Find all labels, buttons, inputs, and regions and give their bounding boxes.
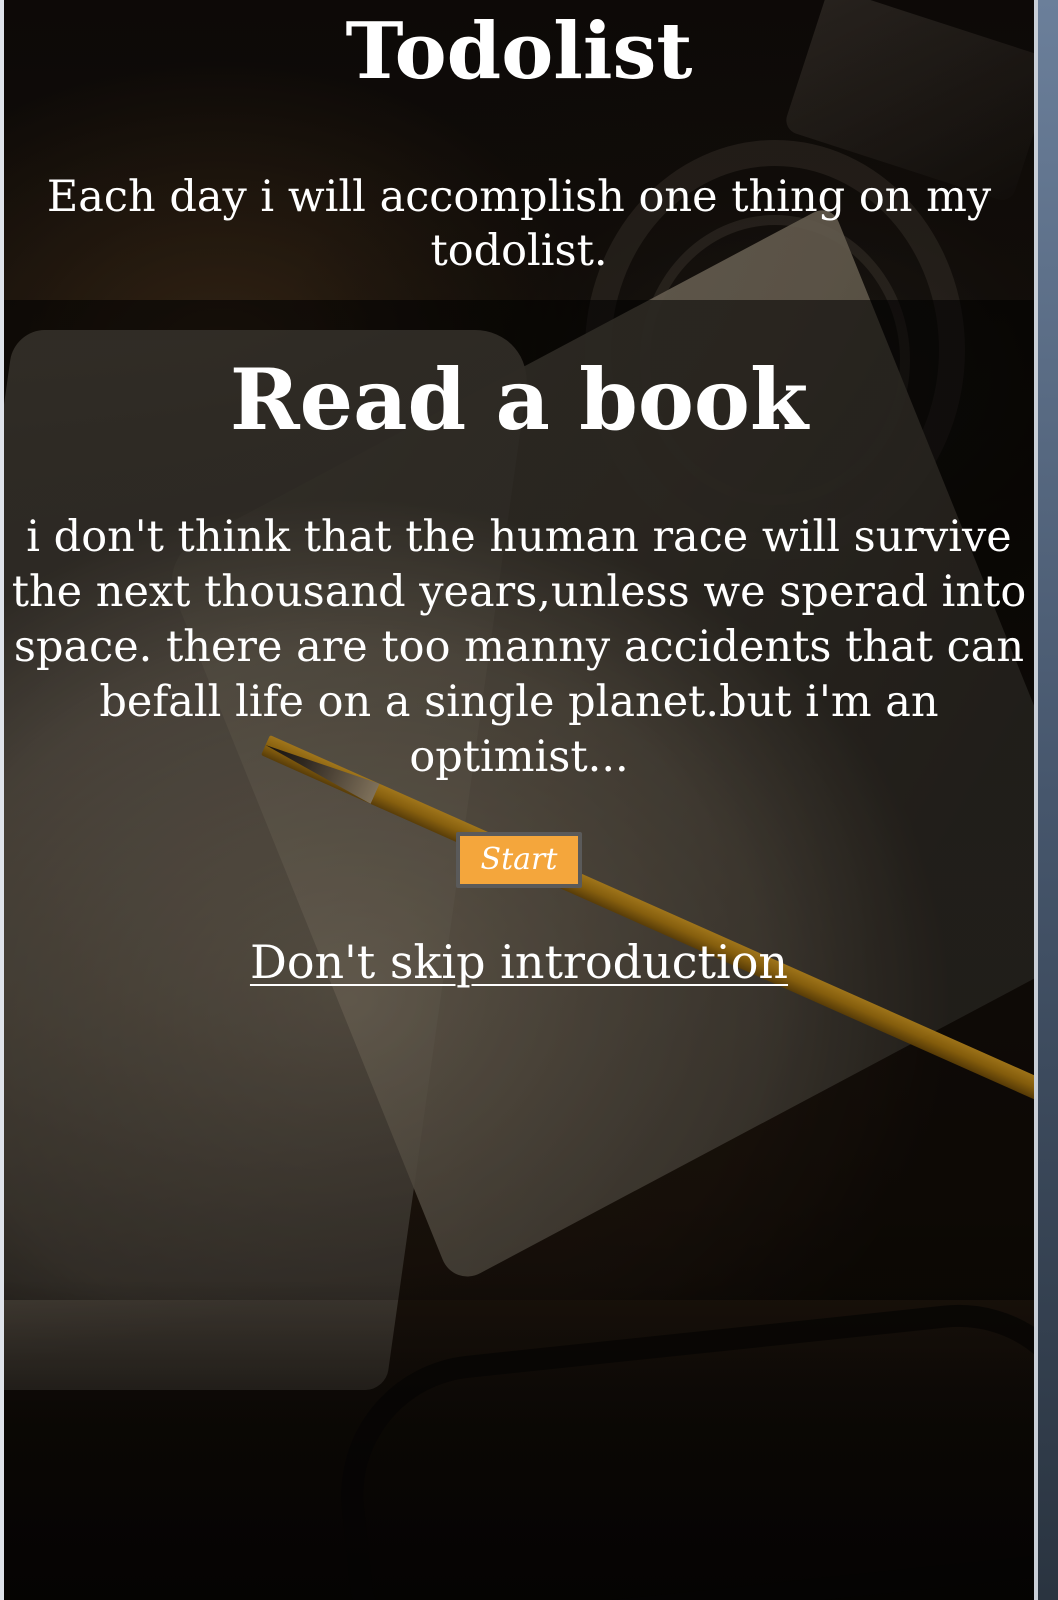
start-button[interactable]: Start: [456, 832, 582, 888]
task-heading: Read a book: [229, 350, 809, 449]
page-title: Todolist: [345, 6, 693, 97]
skip-introduction-link[interactable]: Don't skip introduction: [4, 932, 1034, 992]
main-content: Todolist Each day i will accomplish one …: [4, 0, 1034, 1600]
page: Todolist Each day i will accomplish one …: [0, 0, 1058, 1600]
right-edge-inner: [1034, 0, 1038, 1600]
page-subtitle: Each day i will accomplish one thing on …: [46, 172, 992, 276]
task-quote: i don't think that the human race will s…: [11, 512, 1027, 782]
